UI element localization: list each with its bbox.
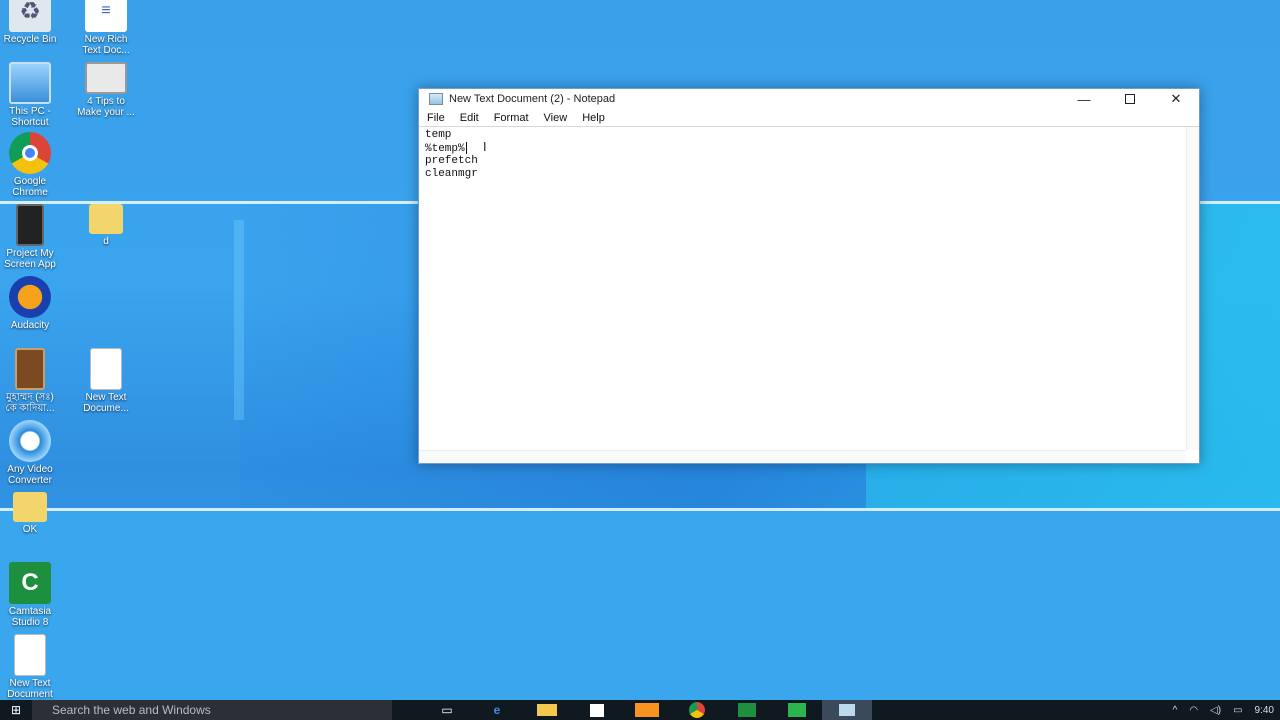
desktop-icon-new-text-document-2[interactable]: New Text Document [0, 634, 66, 700]
document-icon: ≡ [85, 0, 127, 32]
desktop-icon-label: Google Chrome [12, 176, 48, 198]
desktop-icon-camtasia[interactable]: C Camtasia Studio 8 [0, 562, 66, 628]
desktop-icon-label: d [103, 236, 109, 247]
maximize-icon [1125, 94, 1135, 104]
desktop-icon-label: 4 Tips to Make your ... [77, 96, 135, 118]
menu-bar: File Edit Format View Help [419, 109, 1199, 127]
text-editor[interactable]: temp %temp% prefetch cleanmgr [419, 126, 1199, 463]
folder-icon [89, 204, 123, 234]
chrome-icon [9, 132, 51, 174]
start-button[interactable]: ⊞ [0, 700, 32, 720]
menu-format[interactable]: Format [494, 112, 529, 124]
edge-icon: e [493, 703, 501, 717]
wallpaper-line [0, 508, 1280, 511]
chrome-icon [689, 702, 705, 718]
close-button[interactable]: ✕ [1153, 89, 1199, 109]
recycle-bin-icon: ♻ [9, 0, 51, 32]
video-thumbnail-icon [85, 62, 127, 94]
store-icon [590, 703, 604, 717]
desktop-icon-this-pc[interactable]: This PC - Shortcut [0, 62, 66, 128]
taskbar-camtasia-2[interactable] [772, 700, 822, 720]
desktop-icon-d-folder[interactable]: d [70, 204, 142, 247]
menu-file[interactable]: File [427, 112, 445, 124]
close-icon: ✕ [1170, 91, 1182, 106]
desktop-icon-label: New Text Document [7, 678, 53, 700]
taskbar-chrome[interactable] [672, 700, 722, 720]
desktop-icon-ok-folder[interactable]: OK [0, 492, 66, 535]
clock[interactable]: 9:40 [1255, 705, 1274, 716]
desktop-icon-new-rich-text[interactable]: ≡ New Rich Text Doc... [70, 0, 142, 56]
desktop-icon-label: Camtasia Studio 8 [8, 606, 52, 628]
chevron-up-icon[interactable]: ^ [1173, 705, 1178, 716]
computer-icon [9, 62, 51, 104]
book-icon [15, 348, 45, 390]
taskbar-edge[interactable]: e [472, 700, 522, 720]
menu-edit[interactable]: Edit [460, 112, 479, 124]
ibeam-cursor-icon: I [483, 140, 487, 154]
text-caret [465, 142, 467, 154]
text-line: cleanmgr [425, 168, 478, 180]
phone-icon [16, 204, 44, 246]
desktop-icon-label: This PC - Shortcut [9, 106, 51, 128]
desktop-icon-label: Project My Screen App [4, 248, 56, 270]
desktop-icon-bengali-book[interactable]: মুহাম্মদ (সঃ) কে কাদিয়া... [0, 348, 66, 414]
desktop-icon-any-video-converter[interactable]: Any Video Converter [0, 420, 66, 486]
notepad-icon [429, 93, 443, 105]
network-icon[interactable]: ◠ [1189, 705, 1198, 716]
text-file-icon [14, 634, 46, 676]
converter-icon [9, 420, 51, 462]
task-view-icon: ▭ [441, 703, 453, 717]
desktop-icon-label: New Rich Text Doc... [82, 34, 130, 56]
desktop-icon-label: OK [22, 524, 38, 535]
search-box[interactable]: Search the web and Windows [32, 700, 392, 720]
taskbar-file-explorer[interactable] [522, 700, 572, 720]
system-tray: ^ ◠ ◁) ▭ 9:40 [1167, 700, 1280, 720]
taskbar-app[interactable] [622, 700, 672, 720]
window-title: New Text Document (2) - Notepad [449, 93, 616, 105]
wallpaper-lower [0, 511, 1280, 700]
title-bar[interactable]: New Text Document (2) - Notepad — ✕ [419, 89, 1199, 109]
desktop-icon-label: মুহাম্মদ (সঃ) কে কাদিয়া... [5, 392, 55, 414]
desktop-icon-label: Recycle Bin [3, 34, 57, 45]
notepad-window: New Text Document (2) - Notepad — ✕ File… [418, 88, 1200, 464]
folder-icon [537, 704, 557, 716]
desktop-icon-label: Audacity [10, 320, 50, 331]
minimize-icon: — [1077, 91, 1091, 107]
camtasia-icon: C [9, 562, 51, 604]
desktop-icon-audacity[interactable]: Audacity [0, 276, 66, 331]
folder-icon [13, 492, 47, 522]
desktop-icon-google-chrome[interactable]: Google Chrome [0, 132, 66, 198]
menu-view[interactable]: View [544, 112, 568, 124]
camtasia-icon [738, 703, 756, 717]
menu-help[interactable]: Help [582, 112, 605, 124]
taskbar-camtasia-1[interactable] [722, 700, 772, 720]
desktop-icon-label: Any Video Converter [7, 464, 53, 486]
text-line: prefetch [425, 155, 478, 167]
vertical-scrollbar[interactable] [1186, 127, 1199, 450]
taskbar-notepad[interactable] [822, 700, 872, 720]
volume-icon[interactable]: ◁) [1210, 705, 1221, 716]
text-line: %temp% [425, 142, 467, 155]
task-view-button[interactable]: ▭ [422, 700, 472, 720]
app-icon [635, 703, 659, 717]
text-line: temp [425, 129, 452, 141]
desktop-icon-4-tips[interactable]: 4 Tips to Make your ... [70, 62, 142, 118]
minimize-button[interactable]: — [1061, 89, 1107, 109]
desktop-icon-recycle-bin[interactable]: ♻ Recycle Bin [0, 0, 66, 45]
desktop-icon-project-my-screen[interactable]: Project My Screen App [0, 204, 66, 270]
wallpaper-glow [234, 220, 244, 420]
message-icon[interactable]: ▭ [1233, 705, 1242, 716]
taskbar: ⊞ Search the web and Windows ▭ e ^ ◠ ◁) … [0, 700, 1280, 720]
camtasia-icon [788, 703, 806, 717]
desktop-icon-label: New Text Docume... [83, 392, 129, 414]
maximize-button[interactable] [1107, 89, 1153, 109]
notepad-icon [839, 704, 855, 716]
horizontal-scrollbar[interactable] [419, 450, 1186, 463]
taskbar-store[interactable] [572, 700, 622, 720]
headphones-icon [9, 276, 51, 318]
text-file-icon [90, 348, 122, 390]
desktop-icon-new-text-document-1[interactable]: New Text Docume... [70, 348, 142, 414]
windows-logo-icon: ⊞ [10, 703, 22, 717]
